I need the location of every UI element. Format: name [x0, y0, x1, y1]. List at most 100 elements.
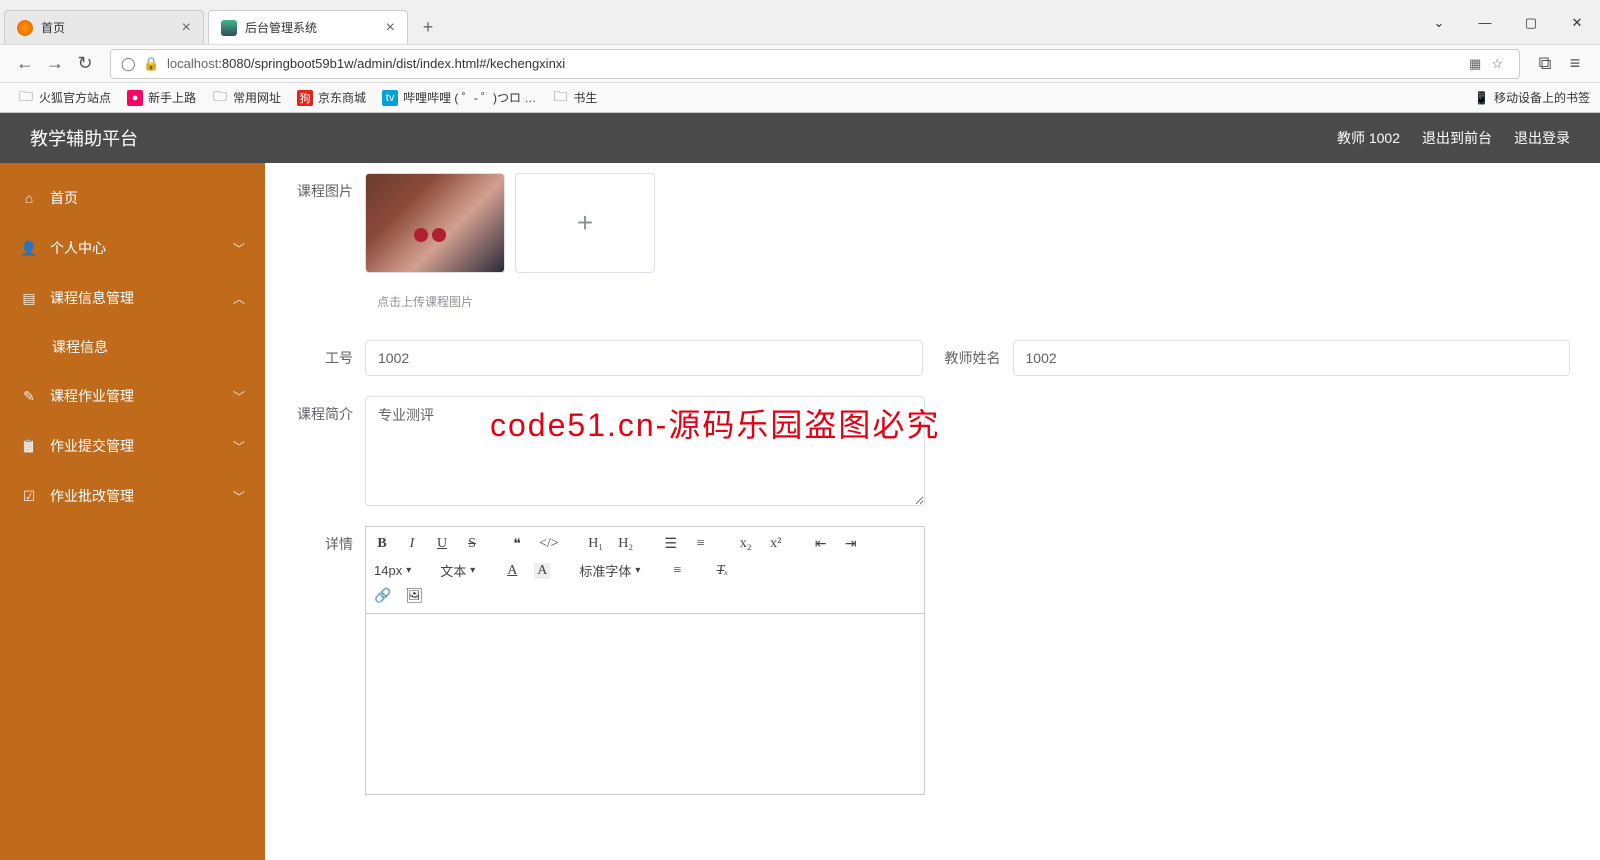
close-icon[interactable]: × [386, 19, 395, 37]
bookmark-item[interactable]: 🗀书生 [544, 87, 605, 108]
app-menu-button[interactable]: ≡ [1560, 49, 1590, 79]
chevron-up-icon: ︿ [233, 290, 245, 307]
text-color-button[interactable]: A [504, 563, 520, 579]
qr-icon[interactable]: ▦ [1469, 56, 1481, 72]
link-button[interactable]: 🔗 [374, 588, 391, 605]
bookmark-item[interactable]: 狗京东商城 [289, 87, 374, 108]
window-maximize-button[interactable]: ▢ [1508, 7, 1554, 39]
label-course-intro: 课程简介 [295, 396, 365, 424]
upload-help-text: 点击上传课程图片 [377, 293, 1570, 310]
address-bar: ← → ↻ ◯ 🔒 localhost:8080/springboot59b1w… [0, 45, 1600, 83]
bg-color-button[interactable]: A [534, 563, 550, 579]
editor-content[interactable] [366, 614, 924, 794]
sidebar-item-label: 课程信息管理 [50, 288, 134, 308]
input-teacher-name[interactable] [1013, 340, 1571, 376]
strike-button[interactable]: S [464, 536, 480, 552]
blockquote-button[interactable]: ❝ [509, 536, 525, 553]
sidebar-item-label: 课程信息 [52, 337, 108, 357]
sidebar-item-course-info[interactable]: ▤ 课程信息管理 ︿ [0, 273, 265, 323]
browser-tab-active[interactable]: 后台管理系统 × [208, 10, 408, 44]
nav-back-button[interactable]: ← [10, 49, 40, 79]
chevron-down-icon[interactable]: ⌄ [1416, 7, 1462, 39]
code-button[interactable]: </> [539, 536, 559, 552]
sidebar-item-homework-submit[interactable]: 📋 作业提交管理 ﹀ [0, 421, 265, 471]
jd-icon: 狗 [297, 90, 313, 106]
app-header: 教学辅助平台 教师 1002 退出到前台 退出登录 [0, 113, 1600, 163]
image-button[interactable]: 🖼 [405, 588, 423, 605]
h2-button[interactable]: H₂ [618, 536, 634, 552]
underline-button[interactable]: U [434, 536, 450, 552]
superscript-button[interactable]: x² [768, 536, 784, 552]
font-family-select[interactable]: 标准字体▾ [579, 561, 640, 580]
list-icon: ▤ [20, 290, 38, 307]
header-back-frontend[interactable]: 退出到前台 [1422, 128, 1492, 148]
list-unordered-button[interactable]: ≡ [693, 536, 709, 552]
chevron-down-icon: ﹀ [233, 388, 245, 405]
list-ordered-button[interactable]: ☰ [663, 536, 679, 553]
tab-label: 后台管理系统 [245, 19, 378, 36]
italic-button[interactable]: I [404, 536, 420, 552]
sidebar-item-label: 作业批改管理 [50, 486, 134, 506]
indent-button[interactable]: ⇥ [843, 536, 859, 553]
sidebar-item-course-homework[interactable]: ✎ 课程作业管理 ﹀ [0, 371, 265, 421]
sidebar-item-label: 作业提交管理 [50, 436, 134, 456]
subscript-button[interactable]: x₂ [738, 536, 754, 552]
lock-icon: 🔒 [143, 56, 159, 72]
sidebar-subitem-course-info[interactable]: 课程信息 [0, 323, 265, 371]
bookmark-item[interactable]: tv哔哩哔哩 ( ゜- ゜)つロ … [374, 87, 544, 108]
folder-icon: 🗀 [552, 90, 568, 106]
bookmark-item[interactable]: ●新手上路 [119, 87, 204, 108]
chevron-down-icon: ﹀ [233, 438, 245, 455]
folder-icon: 🗀 [212, 90, 228, 106]
sidebar-item-home[interactable]: ⌂ 首页 [0, 173, 265, 223]
bookmark-item[interactable]: 🗀火狐官方站点 [10, 87, 119, 108]
font-size-select[interactable]: 14px▾ [374, 563, 411, 578]
h1-button[interactable]: H₁ [588, 536, 604, 552]
tab-label: 首页 [41, 19, 174, 36]
rich-text-editor: B I U S ❝ </> H₁ H₂ ☰ ≡ x₂ [365, 526, 925, 795]
window-close-button[interactable]: ✕ [1554, 7, 1600, 39]
nav-reload-button[interactable]: ↻ [70, 49, 100, 79]
label-detail: 详情 [295, 526, 365, 554]
main-content: 课程图片 + 点击上传课程图片 工号 教师姓名 课程简介 详情 [265, 163, 1600, 860]
label-teacher-name: 教师姓名 [943, 348, 1013, 368]
bookmark-item[interactable]: 🗀常用网址 [204, 87, 289, 108]
check-icon: ☑ [20, 488, 38, 505]
bookmark-mobile[interactable]: 📱移动设备上的书签 [1474, 89, 1590, 106]
shield-icon: ◯ [121, 56, 137, 72]
mobile-icon: 📱 [1474, 91, 1489, 105]
chevron-down-icon: ﹀ [233, 488, 245, 505]
plus-icon: + [577, 207, 593, 239]
textarea-course-intro[interactable] [365, 396, 925, 506]
header-user[interactable]: 教师 1002 [1337, 128, 1400, 148]
header-logout[interactable]: 退出登录 [1514, 128, 1570, 148]
bookmark-star-icon[interactable]: ☆ [1491, 56, 1503, 72]
vue-icon [221, 20, 237, 36]
close-icon[interactable]: × [182, 19, 191, 37]
upload-image-button[interactable]: + [515, 173, 655, 273]
bilibili-icon: tv [382, 90, 398, 106]
outdent-button[interactable]: ⇤ [813, 536, 829, 553]
window-minimize-button[interactable]: — [1462, 7, 1508, 39]
course-image-thumbnail[interactable] [365, 173, 505, 273]
sidebar-item-label: 个人中心 [50, 238, 106, 258]
sidebar-item-profile[interactable]: 👤 个人中心 ﹀ [0, 223, 265, 273]
app-title: 教学辅助平台 [30, 125, 138, 151]
nav-forward-button[interactable]: → [40, 49, 70, 79]
input-gonghao[interactable] [365, 340, 923, 376]
firefox-icon [17, 20, 33, 36]
align-button[interactable]: ≡ [669, 563, 685, 579]
pencil-icon: ✎ [20, 388, 38, 405]
chevron-down-icon: ﹀ [233, 240, 245, 257]
sidebar-item-homework-grade[interactable]: ☑ 作业批改管理 ﹀ [0, 471, 265, 521]
sidebar-item-label: 首页 [50, 188, 78, 208]
browser-tab-home[interactable]: 首页 × [4, 10, 204, 44]
extensions-button[interactable]: ⧉ [1530, 49, 1560, 79]
new-tab-button[interactable]: + [414, 13, 442, 41]
editor-toolbar: B I U S ❝ </> H₁ H₂ ☰ ≡ x₂ [366, 527, 924, 614]
text-style-select[interactable]: 文本▾ [440, 561, 475, 580]
clear-format-button[interactable]: Tₓ [714, 563, 730, 579]
bookmark-bar: 🗀火狐官方站点 ●新手上路 🗀常用网址 狗京东商城 tv哔哩哔哩 ( ゜- ゜)… [0, 83, 1600, 113]
bold-button[interactable]: B [374, 536, 390, 552]
url-input[interactable]: ◯ 🔒 localhost:8080/springboot59b1w/admin… [110, 49, 1520, 79]
